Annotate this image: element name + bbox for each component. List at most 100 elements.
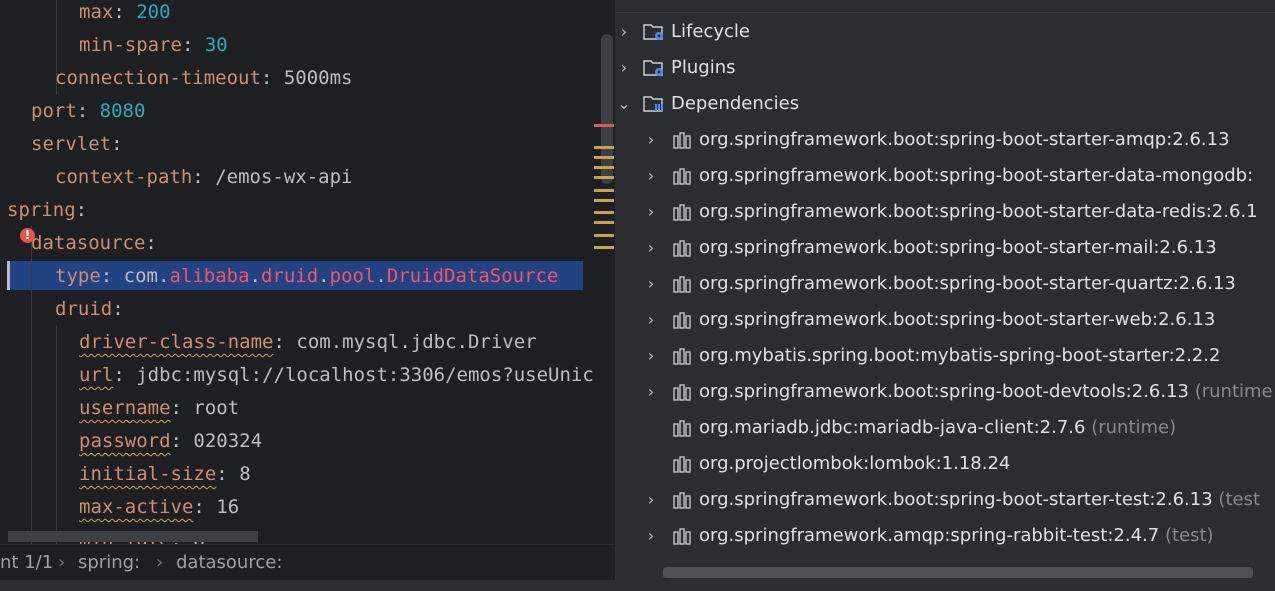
warning-stripe-marker[interactable] <box>594 156 614 159</box>
colon: : <box>260 67 273 89</box>
breadcrumb: nt 1/1 › spring: › datasource: <box>0 544 615 581</box>
code-editor[interactable]: max: 200 min-spare: 30 connection-timeou… <box>0 0 615 544</box>
code-line-connection-timeout[interactable]: connection-timeout: 5000ms <box>55 62 352 95</box>
warning-stripe-marker[interactable] <box>594 246 614 249</box>
yaml-key: username <box>79 397 171 419</box>
breadcrumb-separator-icon: › <box>58 552 66 573</box>
warning-stripe-marker[interactable] <box>594 199 614 202</box>
chevron-right-icon[interactable]: › <box>643 158 659 194</box>
code-line-druid[interactable]: druid: <box>55 293 124 326</box>
code-line-url[interactable]: url: jdbc:mysql://localhost:3306/emos?us… <box>79 359 594 392</box>
dependency-row[interactable]: › org.mybatis.spring.boot:mybatis-spring-… <box>616 338 1275 374</box>
warning-stripe-marker[interactable] <box>594 234 614 237</box>
chevron-right-icon[interactable]: › <box>643 266 659 302</box>
dependency-name: org.springframework.boot:spring-boot-sta… <box>699 201 1258 222</box>
code-line-min-spare[interactable]: min-spare: 30 <box>79 29 228 62</box>
dot: . <box>249 265 261 287</box>
dependency-row[interactable]: › org.springframework.boot:spring-boot-st… <box>616 302 1275 338</box>
yaml-key: driver-class-name <box>79 331 274 353</box>
dependency-row[interactable]: org.projectlombok:lombok:1.18.24 <box>616 446 1275 482</box>
warning-stripe-marker[interactable] <box>594 221 614 224</box>
tree-node-label: Dependencies <box>671 93 800 114</box>
code-line-password[interactable]: password: 020324 <box>79 425 262 458</box>
yaml-key: min-spare <box>79 34 182 56</box>
unresolved-token: pool <box>329 265 376 287</box>
chevron-right-icon[interactable]: › <box>643 302 659 338</box>
library-icon <box>673 240 691 257</box>
unresolved-token: druid <box>260 265 319 287</box>
tree-horizontal-scrollbar[interactable] <box>663 567 1253 578</box>
warning-stripe-marker[interactable] <box>594 211 614 214</box>
dependency-row[interactable]: › org.springframework.boot:spring-boot-de… <box>616 374 1275 410</box>
code-line-driver-class-name[interactable]: driver-class-name: com.mysql.jdbc.Driver <box>79 326 537 359</box>
colon: : <box>75 199 88 221</box>
warning-stripe-marker[interactable] <box>594 189 614 192</box>
colon: : <box>216 463 228 485</box>
indent-guide <box>31 226 32 544</box>
dependency-row[interactable]: › org.springframework.boot:spring-boot-st… <box>616 122 1275 158</box>
chevron-down-icon[interactable]: ⌄ <box>616 86 632 122</box>
breadcrumb-item-datasource[interactable]: datasource: <box>176 545 282 581</box>
dependency-row[interactable]: › org.springframework.boot:spring-boot-st… <box>616 194 1275 230</box>
colon: : <box>111 133 123 155</box>
code-line-username[interactable]: username: root <box>79 392 239 425</box>
yaml-key: initial-size <box>79 463 217 485</box>
warning-stripe-marker[interactable] <box>594 146 614 149</box>
yaml-value: root <box>193 397 240 419</box>
editor-horizontal-scrollbar[interactable] <box>8 531 258 542</box>
chevron-right-icon[interactable]: › <box>643 230 659 266</box>
chevron-right-icon[interactable]: › <box>643 194 659 230</box>
tree-node-lifecycle[interactable]: › Lifecycle <box>616 14 1275 50</box>
library-icon <box>673 348 691 365</box>
editor-vertical-scrollbar[interactable] <box>601 34 613 184</box>
dependency-scope: (test) <box>1164 525 1214 546</box>
chevron-right-icon[interactable]: › <box>643 122 659 158</box>
dot: . <box>318 265 330 287</box>
library-icon <box>673 528 691 545</box>
code-line-max[interactable]: max: 200 <box>79 0 171 29</box>
breadcrumb-item-spring[interactable]: spring: <box>78 545 140 581</box>
error-icon[interactable]: ! <box>20 228 35 243</box>
tree-node-dependencies[interactable]: ⌄ Dependencies <box>616 86 1275 122</box>
colon: : <box>170 430 182 452</box>
dependency-row[interactable]: › org.springframework.boot:spring-boot-st… <box>616 482 1275 518</box>
yaml-key: context-path <box>55 166 193 188</box>
dependency-row[interactable]: › org.springframework.boot:spring-boot-st… <box>616 158 1275 194</box>
dependency-row[interactable]: › org.springframework.boot:spring-boot-st… <box>616 266 1275 302</box>
yaml-key: max-active <box>79 496 194 518</box>
code-line-servlet[interactable]: servlet: <box>31 128 123 161</box>
dependency-row[interactable]: › org.springframework.boot:spring-boot-st… <box>616 230 1275 266</box>
chevron-right-icon[interactable]: › <box>643 338 659 374</box>
error-stripe-marker[interactable] <box>594 124 614 127</box>
chevron-right-icon[interactable]: › <box>643 374 659 410</box>
warning-stripe-marker[interactable] <box>594 166 614 169</box>
chevron-right-icon[interactable]: › <box>643 482 659 518</box>
text-cursor <box>7 261 10 290</box>
code-line-context-path[interactable]: context-path: /emos-wx-api <box>55 161 352 194</box>
library-icon <box>673 168 691 185</box>
library-icon <box>673 204 691 221</box>
dependency-row[interactable]: org.mariadb.jdbc:mariadb-java-client:2.7… <box>616 410 1275 446</box>
code-line-port[interactable]: port: 8080 <box>31 95 145 128</box>
tree-node-plugins[interactable]: › Plugins <box>616 50 1275 86</box>
dependency-row[interactable]: › org.springframework.amqp:spring-rabbit-… <box>616 518 1275 554</box>
yaml-key: password <box>79 430 171 452</box>
chevron-right-icon[interactable]: › <box>643 518 659 554</box>
dot: . <box>375 265 387 287</box>
dependency-name: org.projectlombok:lombok:1.18.24 <box>699 453 1011 474</box>
code-line-type[interactable]: type: com.alibaba.druid.pool.DruidDataSo… <box>55 260 558 293</box>
dependency-name: org.springframework.boot:spring-boot-dev… <box>699 381 1189 402</box>
colon: : <box>76 100 89 122</box>
chevron-right-icon[interactable]: › <box>616 14 632 50</box>
code-line-spring[interactable]: spring: <box>7 194 87 227</box>
maven-project-tree[interactable]: › Lifecycle › Plugins ⌄ Dependencies › or… <box>616 0 1275 580</box>
code-line-initial-size[interactable]: initial-size: 8 <box>79 458 251 491</box>
chevron-right-icon[interactable]: › <box>616 50 632 86</box>
code-line-datasource[interactable]: datasource: <box>31 227 157 260</box>
warning-stripe-marker[interactable] <box>594 176 614 179</box>
breadcrumb-position[interactable]: nt 1/1 <box>0 545 53 581</box>
code-line-max-active[interactable]: max-active: 16 <box>79 491 239 524</box>
yaml-value: com. <box>123 265 170 287</box>
library-icon <box>673 420 691 437</box>
unresolved-token: DruidDataSource <box>386 265 559 287</box>
